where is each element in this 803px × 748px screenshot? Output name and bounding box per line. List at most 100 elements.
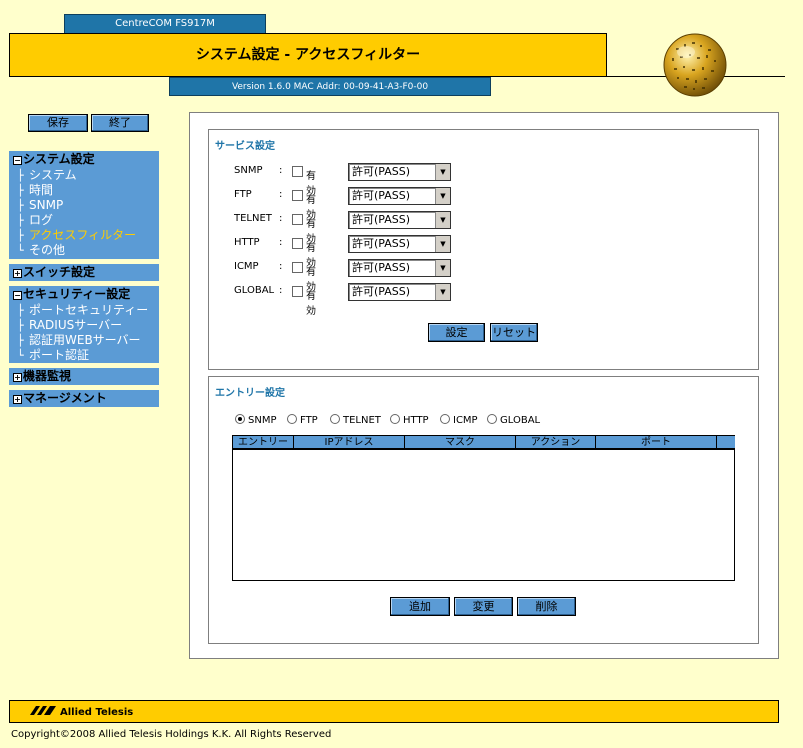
menu-header-security-settings[interactable]: − セキュリティー設定 — [9, 286, 159, 303]
entry-table[interactable]: エントリー IPアドレス マスク アクション ポート — [232, 435, 735, 581]
service-name: HTTP — [234, 237, 260, 248]
radio-ftp[interactable]: FTP — [287, 414, 318, 426]
service-name: GLOBAL — [234, 285, 275, 296]
menu-item-auth-web-server[interactable]: ├ 認証用WEBサーバー — [9, 333, 159, 348]
radio-icon[interactable] — [330, 414, 340, 424]
menu-item-label: ログ — [29, 213, 54, 227]
dropdown-arrow-icon[interactable]: ▼ — [435, 236, 450, 252]
radio-http[interactable]: HTTP — [390, 414, 429, 426]
radio-label: HTTP — [403, 415, 429, 426]
menu-group-device-monitoring[interactable]: + 機器監視 — [9, 368, 159, 385]
radio-label: SNMP — [248, 415, 277, 426]
column-header-ip-address: IPアドレス — [294, 436, 405, 450]
radio-icon[interactable] — [487, 414, 497, 424]
action-select-value: 許可(PASS) — [352, 165, 411, 178]
allied-telesis-logo-icon — [30, 706, 56, 715]
menu-item-label: ポート認証 — [29, 348, 90, 362]
collapse-icon[interactable]: − — [13, 291, 22, 300]
radio-snmp[interactable]: SNMP — [235, 414, 277, 426]
column-header-action: アクション — [516, 436, 596, 450]
enable-checkbox[interactable] — [292, 166, 303, 177]
service-name: TELNET — [234, 213, 272, 224]
menu-item-radius-server[interactable]: ├ RADIUSサーバー — [9, 318, 159, 333]
menu-group-switch-settings[interactable]: + スイッチ設定 — [9, 264, 159, 281]
action-select[interactable]: 許可(PASS) ▼ — [348, 211, 451, 229]
menu-item-log[interactable]: ├ ログ — [9, 213, 159, 228]
menu-item-other[interactable]: └ その他 — [9, 243, 159, 258]
page-title: システム設定 - アクセスフィルター — [9, 33, 607, 77]
radio-icon[interactable] — [390, 414, 400, 424]
footer-bar: Allied Telesis — [9, 700, 779, 723]
enable-label: 有効 — [306, 291, 316, 317]
model-name-tab: CentreCOM FS917M — [64, 14, 266, 34]
dropdown-arrow-icon[interactable]: ▼ — [435, 212, 450, 228]
dropdown-arrow-icon[interactable]: ▼ — [435, 188, 450, 204]
set-button[interactable]: 設定 — [428, 323, 485, 342]
save-button[interactable]: 保存 — [28, 114, 88, 132]
menu-header-label: マネージメント — [23, 391, 107, 405]
dropdown-arrow-icon[interactable]: ▼ — [435, 284, 450, 300]
section-title: エントリー設定 — [215, 388, 285, 399]
collapse-icon[interactable]: − — [13, 156, 22, 165]
tree-branch-icon: ├ — [17, 319, 24, 332]
enable-checkbox[interactable] — [292, 190, 303, 201]
menu-item-label: 認証用WEBサーバー — [29, 333, 141, 347]
menu-group-system-settings: − システム設定 ├ システム ├ 時間 ├ SNMP ├ ログ ├ アクセスフィルター └… — [9, 151, 159, 259]
service-settings-section: サービス設定 SNMP : 有効 許可(PASS) ▼ FTP : 有効 許可(P… — [208, 129, 759, 370]
reset-button[interactable]: リセット — [490, 323, 538, 342]
enable-checkbox[interactable] — [292, 238, 303, 249]
radio-label: FTP — [300, 415, 318, 426]
version-info-bar: Version 1.6.0 MAC Addr: 00-09-41-A3-F0-0… — [169, 77, 491, 96]
menu-item-access-filter[interactable]: ├ アクセスフィルター — [9, 228, 159, 243]
dropdown-arrow-icon[interactable]: ▼ — [435, 164, 450, 180]
radio-icon[interactable] — [440, 414, 450, 424]
globe-logo-icon — [662, 32, 728, 98]
action-select[interactable]: 許可(PASS) ▼ — [348, 283, 451, 301]
main-panel: サービス設定 SNMP : 有効 許可(PASS) ▼ FTP : 有効 許可(P… — [189, 112, 779, 659]
menu-item-system[interactable]: ├ システム — [9, 168, 159, 183]
enable-checkbox[interactable] — [292, 214, 303, 225]
colon: : — [279, 189, 283, 200]
menu-item-port-auth[interactable]: └ ポート認証 — [9, 348, 159, 363]
enable-checkbox[interactable] — [292, 286, 303, 297]
action-select[interactable]: 許可(PASS) ▼ — [348, 187, 451, 205]
service-name: ICMP — [234, 261, 259, 272]
service-name: SNMP — [234, 165, 263, 176]
menu-header-label: セキュリティー設定 — [23, 287, 131, 301]
menu-item-label: ポートセキュリティー — [29, 303, 149, 317]
colon: : — [279, 261, 283, 272]
action-select[interactable]: 許可(PASS) ▼ — [348, 163, 451, 181]
action-select[interactable]: 許可(PASS) ▼ — [348, 259, 451, 277]
menu-item-snmp[interactable]: ├ SNMP — [9, 198, 159, 213]
radio-icon[interactable] — [287, 414, 297, 424]
tree-branch-icon: ├ — [17, 184, 24, 197]
menu-header-system-settings[interactable]: − システム設定 — [9, 151, 159, 168]
menu-item-label: システム — [29, 168, 77, 182]
expand-icon[interactable]: + — [13, 373, 22, 382]
entry-settings-section: エントリー設定 SNMP FTP TELNET HTTP ICMP GLOBAL… — [208, 376, 759, 644]
delete-button[interactable]: 削除 — [517, 597, 576, 616]
action-select[interactable]: 許可(PASS) ▼ — [348, 235, 451, 253]
menu-item-port-security[interactable]: ├ ポートセキュリティー — [9, 303, 159, 318]
exit-button[interactable]: 終了 — [91, 114, 149, 132]
tree-end-icon: └ — [17, 244, 24, 257]
radio-selected-icon[interactable] — [235, 414, 245, 424]
expand-icon[interactable]: + — [13, 395, 22, 404]
radio-icmp[interactable]: ICMP — [440, 414, 478, 426]
menu-group-management[interactable]: + マネージメント — [9, 390, 159, 407]
menu-header-label: スイッチ設定 — [23, 265, 96, 279]
change-button[interactable]: 変更 — [454, 597, 513, 616]
menu-item-label: RADIUSサーバー — [29, 318, 123, 332]
action-select-value: 許可(PASS) — [352, 285, 411, 298]
radio-global[interactable]: GLOBAL — [487, 414, 540, 426]
expand-icon[interactable]: + — [13, 269, 22, 278]
menu-item-time[interactable]: ├ 時間 — [9, 183, 159, 198]
colon: : — [279, 213, 283, 224]
menu-item-label: SNMP — [29, 198, 64, 212]
enable-checkbox[interactable] — [292, 262, 303, 273]
dropdown-arrow-icon[interactable]: ▼ — [435, 260, 450, 276]
radio-telnet[interactable]: TELNET — [330, 414, 381, 426]
column-header-mask: マスク — [405, 436, 516, 450]
tree-end-icon: └ — [17, 349, 24, 362]
add-button[interactable]: 追加 — [390, 597, 450, 616]
